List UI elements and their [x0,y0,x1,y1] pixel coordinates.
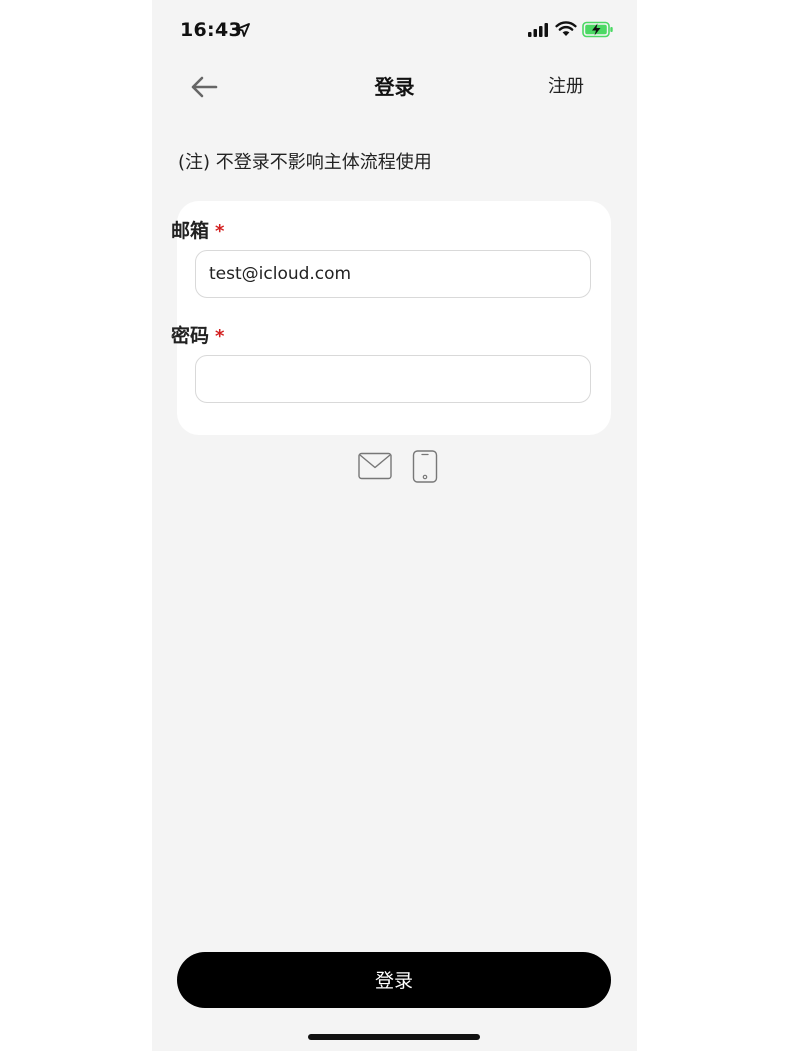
email-label-text: 邮箱 [171,220,210,242]
login-button[interactable]: 登录 [177,952,611,1008]
password-field[interactable] [195,355,591,403]
login-note: (注) 不登录不影响主体流程使用 [178,152,432,173]
mobile-phone-icon[interactable] [412,450,438,483]
email-label: 邮箱 * [171,218,224,245]
mail-icon[interactable] [358,452,392,480]
status-bar: 16:43 [152,0,637,62]
status-time: 16:43 [180,19,242,41]
required-mark: * [215,221,225,242]
required-mark: * [215,326,225,347]
login-form-card [177,201,611,435]
home-indicator [308,1034,480,1040]
battery-charging-icon [582,21,613,38]
email-field[interactable] [195,250,591,298]
location-arrow-icon [236,23,250,37]
cellular-signal-icon [528,23,548,37]
register-link[interactable]: 注册 [548,72,584,102]
wifi-icon [555,21,577,36]
app-screen: 16:43 登录 注册 (注) 不登录不影响主体流程使用 test@icloud… [152,0,637,1051]
password-label-text: 密码 [171,325,210,347]
password-label: 密码 * [171,323,224,350]
